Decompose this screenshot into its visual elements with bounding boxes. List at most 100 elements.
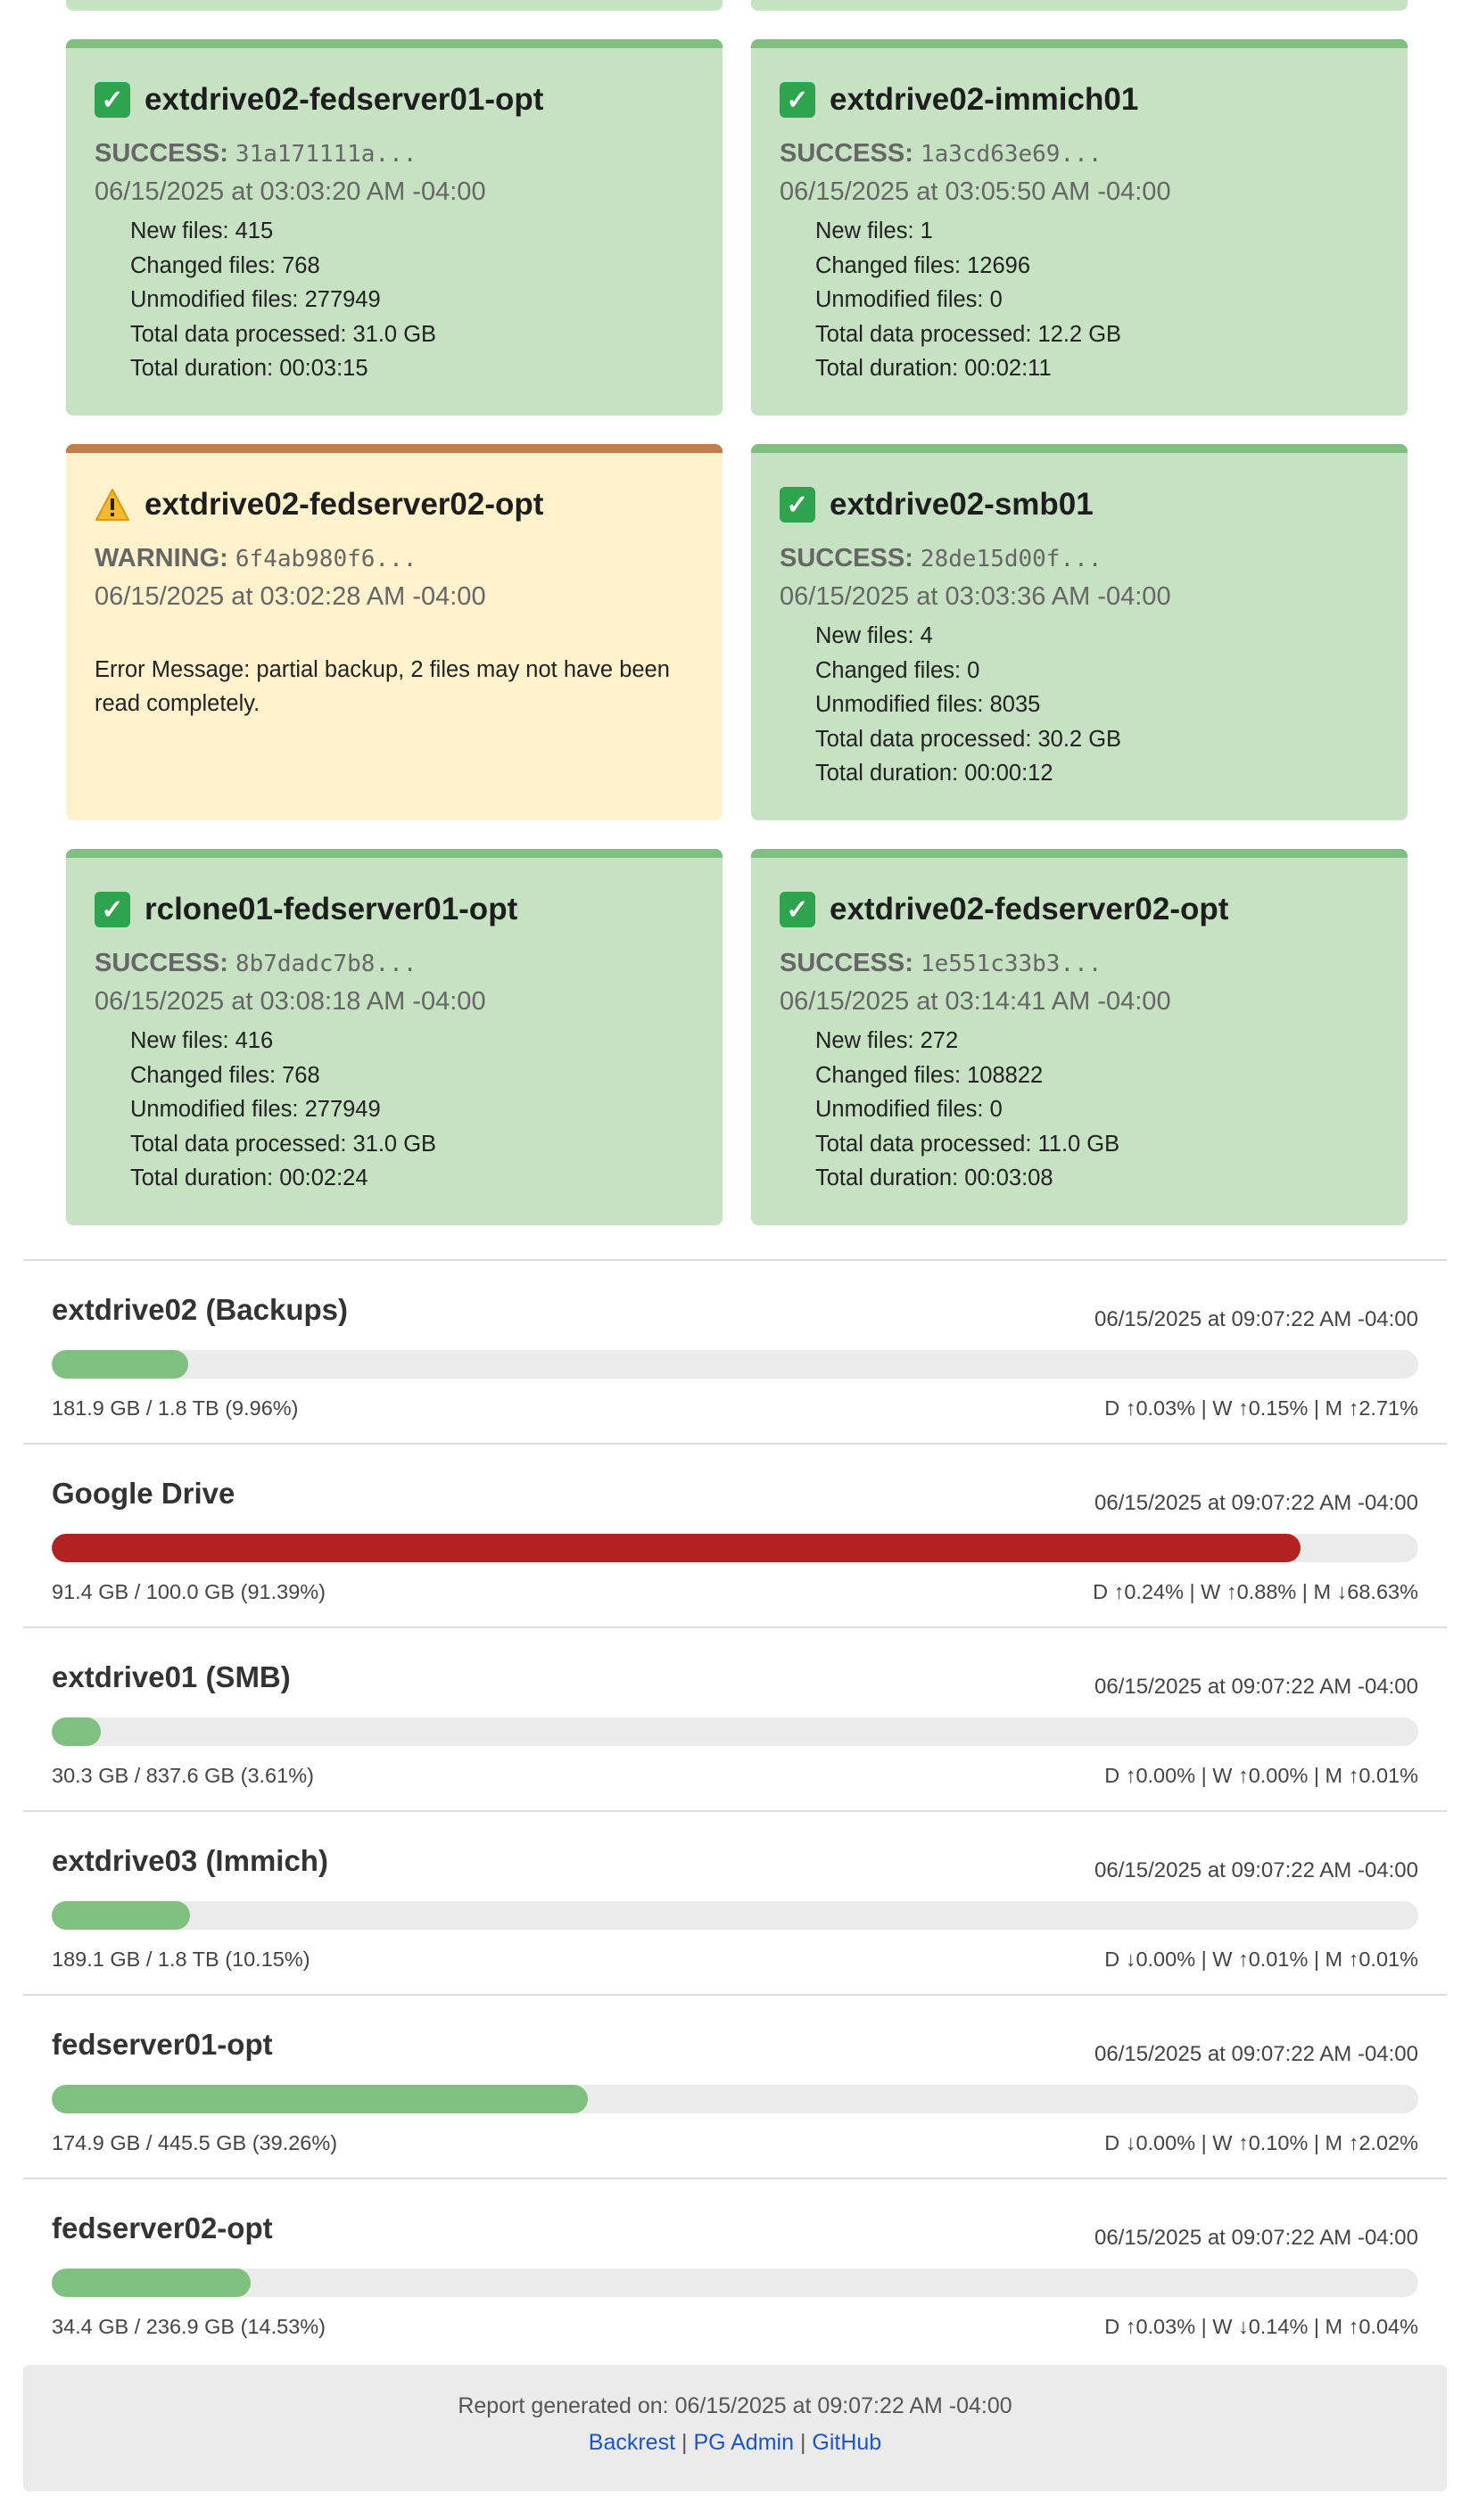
storage-size: 30.3 GB / 837.6 GB (3.61%) [52,1764,314,1787]
stat-data-processed: Total data processed: 31.0 GB [130,321,437,347]
pg-admin-link[interactable]: PG Admin [693,2430,794,2455]
backup-name: rclone01-fedserver01-opt [145,892,518,926]
status-line: SUCCESS: 31a171111a... [95,139,694,169]
storage-item: extdrive02 (Backups) 06/15/2025 at 09:07… [23,1259,1447,1443]
storage-name: fedserver02-opt [52,2211,273,2244]
previous-card-stub [66,0,723,11]
stat-unmodified-files: Unmodified files: 0 [815,1097,1003,1122]
usage-bar-track [52,2269,1418,2297]
stat-duration: Total duration: 00:00:12 [815,761,1053,786]
storage-item: Google Drive 06/15/2025 at 09:07:22 AM -… [23,1443,1447,1626]
storage-item: extdrive01 (SMB) 06/15/2025 at 09:07:22 … [23,1626,1447,1810]
backup-datetime: 06/15/2025 at 03:02:28 AM -04:00 [95,582,486,611]
snapshot-hash: 28de15d00f... [920,546,1102,572]
backup-datetime: 06/15/2025 at 03:08:18 AM -04:00 [95,987,486,1016]
stat-unmodified-files: Unmodified files: 277949 [130,287,381,312]
backup-card-title: ✓ extdrive02-smb01 [780,487,1379,523]
report-footer: Report generated on: 06/15/2025 at 09:07… [23,2365,1447,2491]
usage-bar-track [52,2085,1418,2113]
usage-bar-track [52,1534,1418,1562]
storage-item: fedserver02-opt 06/15/2025 at 09:07:22 A… [23,2178,1447,2361]
stat-changed-files: Changed files: 108822 [815,1062,1044,1088]
backup-card: ✓ extdrive02-immich01 SUCCESS: 1a3cd63e6… [751,39,1408,416]
status-line: SUCCESS: 8b7dadc7b8... [95,949,694,978]
usage-bar-fill [52,2085,589,2113]
status-line: SUCCESS: 28de15d00f... [780,544,1379,573]
snapshot-hash: 8b7dadc7b8... [235,951,417,977]
status-label: SUCCESS: [780,949,913,977]
backup-cards-grid: ✓ extdrive02-fedserver01-opt SUCCESS: 31… [66,39,1408,1225]
github-link[interactable]: GitHub [812,2430,881,2455]
snapshot-hash: 6f4ab980f6... [235,546,417,572]
backup-datetime: 06/15/2025 at 03:03:20 AM -04:00 [95,177,486,206]
stat-duration: Total duration: 00:02:11 [815,356,1052,381]
storage-timestamp: 06/15/2025 at 09:07:22 AM -04:00 [1094,1307,1418,1331]
backup-stats: New files: 415 Changed files: 768 Unmodi… [130,214,694,386]
check-icon: ✓ [780,892,815,927]
stat-changed-files: Changed files: 0 [815,657,980,683]
status-label: WARNING: [95,544,228,572]
check-icon: ✓ [780,82,815,118]
error-message: Error Message: partial backup, 2 files m… [95,657,670,716]
backup-card-warning: extdrive02-fedserver02-opt WARNING: 6f4a… [66,444,723,820]
storage-trend: D ↑0.03% | W ↑0.15% | M ↑2.71% [1104,1396,1418,1420]
footer-links: Backrest | PG Admin | GitHub [23,2430,1447,2456]
check-icon: ✓ [780,487,815,523]
status-line: WARNING: 6f4ab980f6... [95,544,694,573]
status-label: SUCCESS: [780,544,913,572]
storage-trend: D ↑0.24% | W ↑0.88% | M ↓68.63% [1093,1580,1418,1603]
storage-trend: D ↓0.00% | W ↑0.01% | M ↑0.01% [1104,1948,1418,1971]
stat-data-processed: Total data processed: 30.2 GB [815,726,1122,752]
storage-item: fedserver01-opt 06/15/2025 at 09:07:22 A… [23,1994,1447,2178]
check-icon: ✓ [95,892,130,927]
stat-new-files: New files: 4 [815,623,933,648]
usage-bar-fill [52,1534,1301,1562]
status-line: SUCCESS: 1a3cd63e69... [780,139,1379,169]
stat-new-files: New files: 415 [130,218,274,243]
storage-timestamp: 06/15/2025 at 09:07:22 AM -04:00 [1094,1491,1418,1515]
stat-unmodified-files: Unmodified files: 0 [815,287,1003,312]
storage-trend: D ↓0.00% | W ↑0.10% | M ↑2.02% [1104,2131,1418,2154]
storage-size: 91.4 GB / 100.0 GB (91.39%) [52,1580,326,1603]
backup-name: extdrive02-smb01 [830,487,1094,522]
storage-trend: D ↑0.03% | W ↓0.14% | M ↑0.04% [1104,2315,1418,2338]
stat-new-files: New files: 416 [130,1028,274,1053]
backup-name: extdrive02-fedserver01-opt [145,82,544,117]
usage-bar-track [52,1717,1418,1746]
storage-item: extdrive03 (Immich) 06/15/2025 at 09:07:… [23,1810,1447,1994]
backup-card: ✓ extdrive02-smb01 SUCCESS: 28de15d00f..… [751,444,1408,820]
storage-trend: D ↑0.00% | W ↑0.00% | M ↑0.01% [1104,1764,1418,1787]
link-separator: | [799,2430,806,2455]
storage-name: fedserver01-opt [52,2028,273,2061]
snapshot-hash: 1e551c33b3... [920,951,1102,977]
stat-duration: Total duration: 00:03:08 [815,1165,1053,1190]
stat-new-files: New files: 272 [815,1028,959,1053]
warning-icon [95,487,130,523]
stat-unmodified-files: Unmodified files: 277949 [130,1097,381,1122]
stat-unmodified-files: Unmodified files: 8035 [815,692,1041,717]
stat-data-processed: Total data processed: 11.0 GB [815,1131,1120,1157]
status-line: SUCCESS: 1e551c33b3... [780,949,1379,978]
storage-size: 181.9 GB / 1.8 TB (9.96%) [52,1396,299,1420]
status-label: SUCCESS: [95,949,228,977]
backup-stats: New files: 4 Changed files: 0 Unmodified… [815,619,1379,791]
backup-card-title: ✓ extdrive02-fedserver02-opt [780,892,1379,927]
backup-name: extdrive02-fedserver02-opt [145,487,544,522]
backup-datetime: 06/15/2025 at 03:03:36 AM -04:00 [780,582,1171,611]
status-label: SUCCESS: [95,139,228,168]
backup-stats: New files: 1 Changed files: 12696 Unmodi… [815,214,1379,386]
backup-stats: New files: 272 Changed files: 108822 Unm… [815,1024,1379,1196]
backup-datetime: 06/15/2025 at 03:05:50 AM -04:00 [780,177,1171,206]
usage-bar-fill [52,1350,188,1379]
usage-bar-track [52,1901,1418,1930]
report-generated-text: Report generated on: 06/15/2025 at 09:07… [458,2393,1012,2418]
stat-changed-files: Changed files: 768 [130,1062,320,1088]
stat-new-files: New files: 1 [815,218,933,243]
storage-timestamp: 06/15/2025 at 09:07:22 AM -04:00 [1094,1675,1418,1699]
stat-changed-files: Changed files: 768 [130,252,320,278]
usage-bar-fill [52,2269,251,2297]
link-separator: | [681,2430,688,2455]
backrest-link[interactable]: Backrest [589,2430,675,2455]
stat-duration: Total duration: 00:03:15 [130,356,368,381]
storage-timestamp: 06/15/2025 at 09:07:22 AM -04:00 [1094,1858,1418,1882]
